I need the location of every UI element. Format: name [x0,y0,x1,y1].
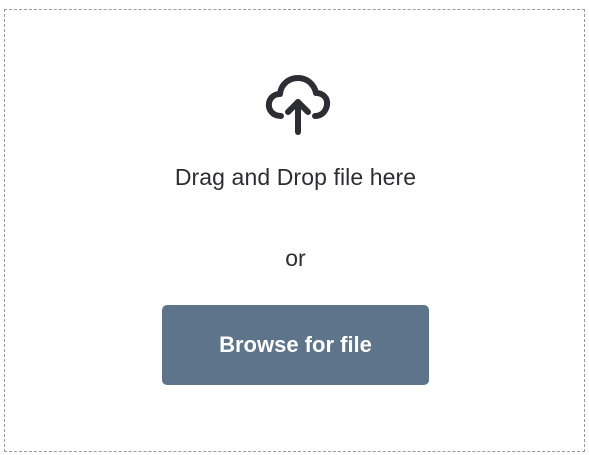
drag-drop-label: Drag and Drop file here [174,164,417,190]
file-dropzone[interactable]: Drag and Drop file here or Browse for fi… [4,9,585,452]
cloud-upload-icon [265,72,331,138]
or-separator-label: or [285,245,306,271]
browse-for-file-button[interactable]: Browse for file [162,305,429,385]
